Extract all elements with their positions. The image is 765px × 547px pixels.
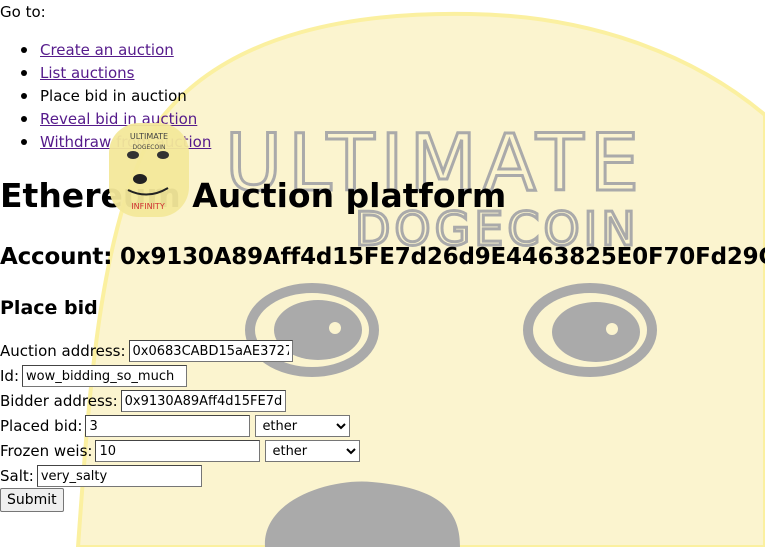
doge-badge-image: ULTIMATE DOGECOIN INFINITY <box>109 123 189 217</box>
nav-item-place-bid: Place bid in auction <box>18 86 211 109</box>
id-input[interactable] <box>22 365 187 387</box>
auction-address-row: Auction address: <box>0 339 293 363</box>
frozen-weis-label: Frozen weis: <box>0 442 93 460</box>
frozen-weis-input[interactable] <box>95 440 261 462</box>
frozen-weis-unit-select[interactable]: ether <box>265 440 361 462</box>
submit-button[interactable]: Submit <box>0 488 64 512</box>
badge-infinity-text: INFINITY <box>131 202 165 211</box>
id-label: Id: <box>0 367 19 385</box>
bidder-address-row: Bidder address: <box>0 389 286 413</box>
nav-link-create-auction[interactable]: Create an auction <box>40 41 174 59</box>
id-row: Id: <box>0 364 187 388</box>
nav-current-place-bid: Place bid in auction <box>40 87 187 105</box>
goto-heading: Go to: <box>0 3 46 21</box>
salt-input[interactable] <box>36 465 202 487</box>
placed-bid-row: Placed bid: ether <box>0 414 351 438</box>
badge-ultimate-text: ULTIMATE <box>130 132 168 141</box>
bidder-address-input[interactable] <box>120 390 286 412</box>
salt-row: Salt: <box>0 464 202 488</box>
auction-address-label: Auction address: <box>0 342 126 360</box>
section-title: Place bid <box>0 297 98 319</box>
nav-item-create-auction: Create an auction <box>18 40 211 63</box>
account-heading: Account: 0x9130A89Aff4d15FE7d26d9E446382… <box>0 244 765 270</box>
nav-item-list-auctions: List auctions <box>18 63 211 86</box>
page-title: Ethereum Auction platform <box>0 176 507 215</box>
badge-dogecoin-text: DOGECOIN <box>133 144 166 151</box>
bidder-address-label: Bidder address: <box>0 392 118 410</box>
placed-bid-unit-select[interactable]: ether <box>255 415 351 437</box>
placed-bid-label: Placed bid: <box>0 417 83 435</box>
salt-label: Salt: <box>0 467 34 485</box>
auction-address-input[interactable] <box>128 340 293 362</box>
frozen-weis-row: Frozen weis: ether <box>0 439 361 463</box>
placed-bid-input[interactable] <box>85 415 251 437</box>
nav-link-list-auctions[interactable]: List auctions <box>40 64 134 82</box>
